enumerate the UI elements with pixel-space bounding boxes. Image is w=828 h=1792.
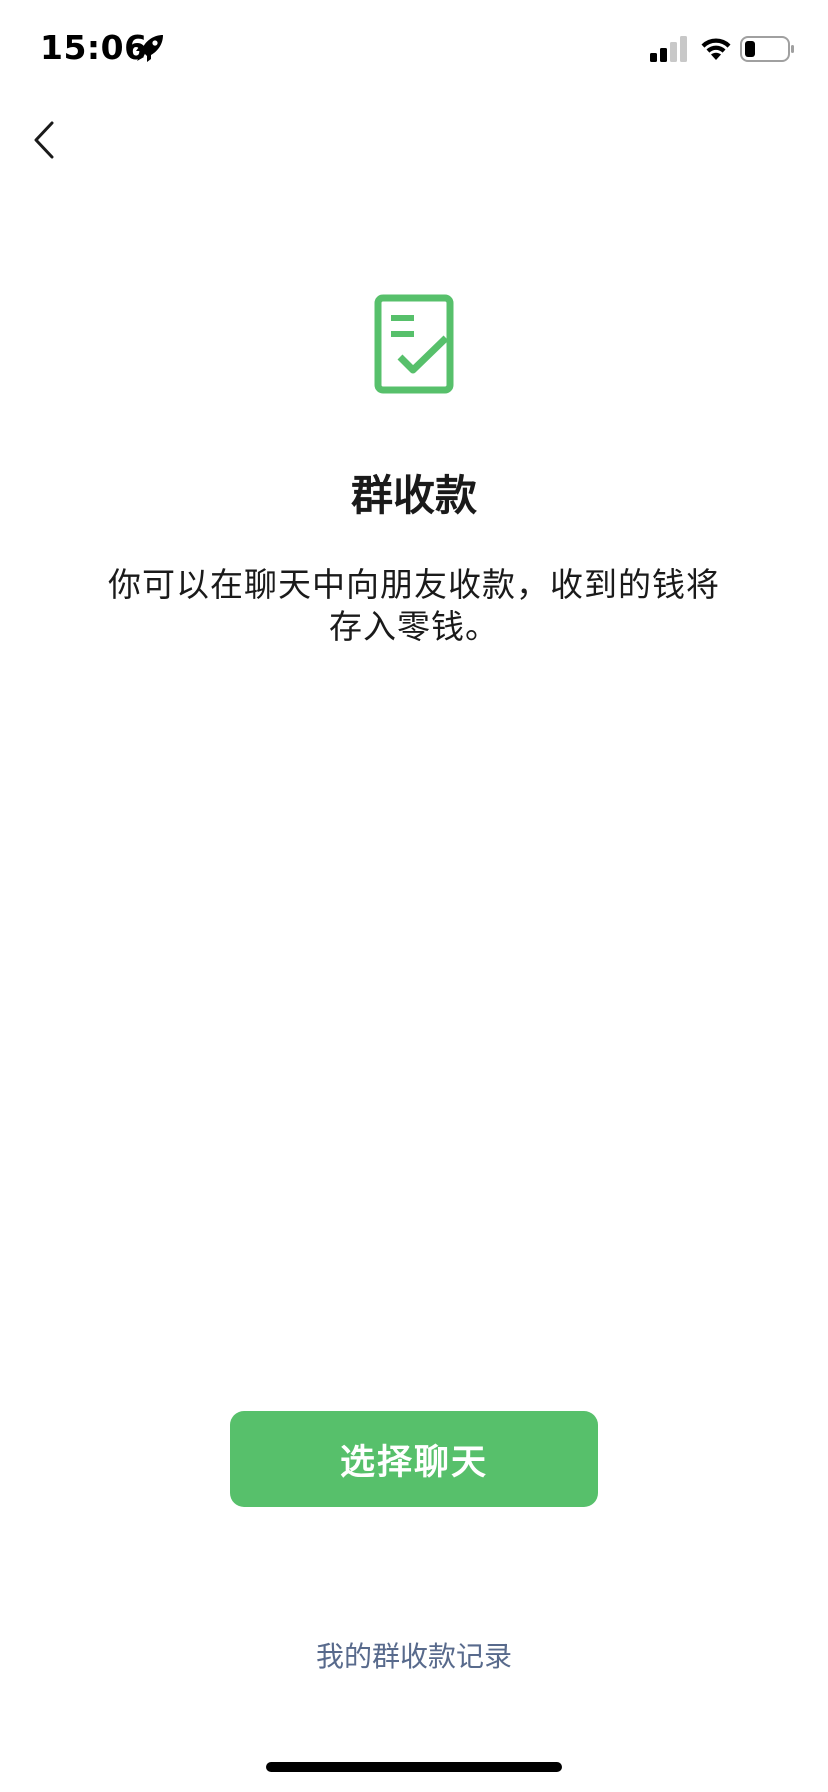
chevron-left-icon [34,121,54,159]
rocket-icon [136,35,163,62]
battery-icon [740,36,794,62]
select-chat-button[interactable]: 选择聊天 [230,1411,598,1507]
status-bar: 15:06 [0,0,828,100]
page-title: 群收款 [350,471,477,520]
status-time: 15:06 [40,28,148,67]
home-indicator [266,1762,562,1772]
description-text: 你可以在聊天中向朋友收款，收到的钱将存入零钱。 [108,565,720,646]
wifi-icon [701,38,731,60]
checklist-document-icon [374,294,454,394]
back-button[interactable] [22,116,66,164]
signal-icon [650,36,687,62]
group-payment-records-link[interactable]: 我的群收款记录 [0,1637,828,1677]
